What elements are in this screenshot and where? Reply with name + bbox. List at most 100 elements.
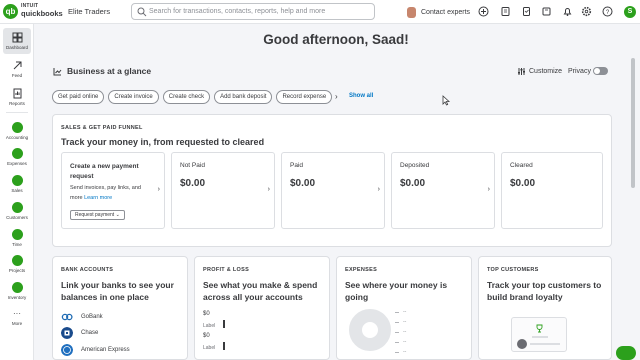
nav-inventory[interactable]: Inventory — [0, 282, 34, 300]
apps-icon[interactable] — [541, 6, 552, 17]
chip-create-check[interactable]: Create check — [162, 90, 211, 104]
chip-add-bank-deposit[interactable]: Add bank deposit — [214, 90, 273, 104]
nav-customers[interactable]: Customers — [0, 202, 34, 220]
bank-row-chase[interactable]: Chase — [61, 327, 181, 339]
top-customers-illustration — [511, 317, 567, 352]
assistant-fab-button[interactable] — [616, 346, 636, 360]
pl-bar — [223, 342, 225, 350]
settings-icon[interactable] — [581, 6, 592, 17]
mouse-cursor-icon — [442, 95, 451, 106]
pl-label: Label — [203, 345, 216, 351]
nav-label: Customers — [6, 215, 28, 220]
placeholder-line — [532, 336, 548, 338]
nav-label: Inventory — [7, 295, 27, 300]
inventory-icon — [11, 282, 23, 293]
trophy-icon — [536, 324, 543, 333]
expenses-card: EXPENSES See where your money is going -… — [336, 256, 472, 360]
nav-projects[interactable]: Projects — [0, 255, 34, 273]
legend-item: -- — [395, 319, 406, 325]
bank-row-amex[interactable]: American Express — [61, 344, 181, 356]
feed-icon — [13, 61, 21, 70]
nav-sales[interactable]: Sales — [0, 175, 34, 193]
chip-record-expense[interactable]: Record expense — [276, 90, 333, 104]
request-payment-dropdown[interactable]: Request payment ⌄ — [70, 210, 125, 220]
sales-funnel-card: SALES & GET PAID FUNNEL Track your money… — [52, 114, 612, 247]
card-title: Track your money in, from requested to c… — [61, 137, 265, 147]
bank-name: GoBank — [81, 314, 103, 320]
chart-line-icon — [53, 67, 62, 75]
top-bar: qb INTUIT quickbooks Elite Traders Searc… — [0, 0, 640, 24]
qb-badge-icon: qb — [3, 4, 18, 19]
card-title: See what you make & spend across all you… — [203, 280, 318, 302]
american-express-logo-icon — [61, 344, 73, 356]
stage-amount: $0.00 — [180, 178, 206, 189]
nav-label: Time — [12, 242, 22, 247]
profit-loss-card: PROFIT & LOSS See what you make & spend … — [194, 256, 330, 360]
nav-label: More — [11, 321, 23, 326]
funnel-arrow-icon: › — [267, 186, 270, 193]
expert-avatar — [407, 6, 416, 18]
nav-expenses[interactable]: Expenses — [0, 148, 34, 166]
nav-feed[interactable]: Feed — [0, 60, 34, 78]
legend-item: -- — [395, 309, 406, 315]
chevron-right-icon[interactable]: › — [335, 92, 338, 101]
contact-experts-button[interactable]: Contact experts — [407, 5, 470, 19]
sales-icon — [11, 175, 23, 186]
card-heading: EXPENSES — [345, 267, 378, 273]
privacy-toggle[interactable] — [593, 67, 608, 75]
learn-more-link[interactable]: Learn more — [84, 195, 112, 201]
search-icon — [137, 7, 147, 17]
nav-label: Projects — [8, 268, 26, 273]
chase-logo-icon — [61, 327, 73, 339]
show-all-link[interactable]: Show all — [349, 93, 373, 99]
stage-amount: $0.00 — [290, 178, 316, 189]
quick-actions: Get paid online Create invoice Create ch… — [52, 90, 336, 104]
quickbooks-logo[interactable]: qb INTUIT quickbooks — [3, 3, 63, 20]
notification-bell-icon[interactable] — [562, 6, 573, 17]
projects-icon — [11, 255, 23, 266]
nav-accounting[interactable]: Accounting — [0, 122, 34, 140]
pl-amount: $0 — [203, 311, 210, 317]
placeholder-line — [530, 343, 560, 345]
user-avatar[interactable]: S — [624, 6, 636, 18]
plus-icon[interactable] — [478, 6, 489, 17]
company-name[interactable]: Elite Traders — [68, 7, 110, 16]
customize-button[interactable]: Customize — [517, 67, 562, 76]
nav-label: Expenses — [7, 161, 27, 166]
search-input[interactable]: Search for transactions, contacts, repor… — [131, 3, 375, 20]
gobank-logo-icon — [61, 313, 73, 321]
bell-icon[interactable] — [500, 6, 511, 17]
legend-item: -- — [395, 349, 406, 355]
logo-name-text: quickbooks — [21, 9, 63, 18]
page-greeting: Good afternoon, Saad! — [263, 32, 409, 47]
accounting-icon — [11, 122, 23, 133]
payment-request-desc: Send invoices, pay links, and more Learn… — [70, 183, 152, 203]
help-icon[interactable]: ? — [602, 6, 613, 17]
chip-create-invoice[interactable]: Create invoice — [108, 90, 159, 104]
business-glance-label: Business at a glance — [67, 66, 152, 76]
stage-cleared[interactable]: Cleared $0.00 — [501, 152, 603, 229]
top-customers-card: TOP CUSTOMERS Track your top customers t… — [478, 256, 612, 360]
stage-paid[interactable]: Paid $0.00 › — [281, 152, 385, 229]
bank-name: American Express — [81, 347, 130, 353]
nav-label: Accounting — [5, 135, 29, 140]
chip-get-paid-online[interactable]: Get paid online — [52, 90, 105, 104]
nav-time[interactable]: Time — [0, 229, 34, 247]
page-scrollbar[interactable] — [630, 56, 636, 356]
privacy-label: Privacy — [568, 68, 591, 75]
stage-not-paid[interactable]: Not Paid $0.00 › — [171, 152, 275, 229]
expenses-donut-placeholder — [349, 309, 391, 351]
bank-row-gobank[interactable]: GoBank — [61, 311, 181, 323]
edit-icon[interactable] — [521, 6, 532, 17]
business-glance-heading: Business at a glance — [53, 66, 151, 76]
nav-reports[interactable]: Reports — [0, 88, 34, 106]
legend-item: -- — [395, 339, 406, 345]
bank-accounts-card: BANK ACCOUNTS Link your banks to see you… — [52, 256, 227, 360]
card-title: See where your money is going — [345, 280, 448, 302]
nav-more[interactable]: ··· More — [0, 308, 34, 326]
request-payment-label: Request payment — [75, 212, 115, 218]
stage-label: Paid — [290, 162, 304, 169]
scrollbar-thumb[interactable] — [631, 58, 635, 188]
nav-label: Sales — [11, 188, 23, 193]
stage-deposited[interactable]: Deposited $0.00 › — [391, 152, 495, 229]
